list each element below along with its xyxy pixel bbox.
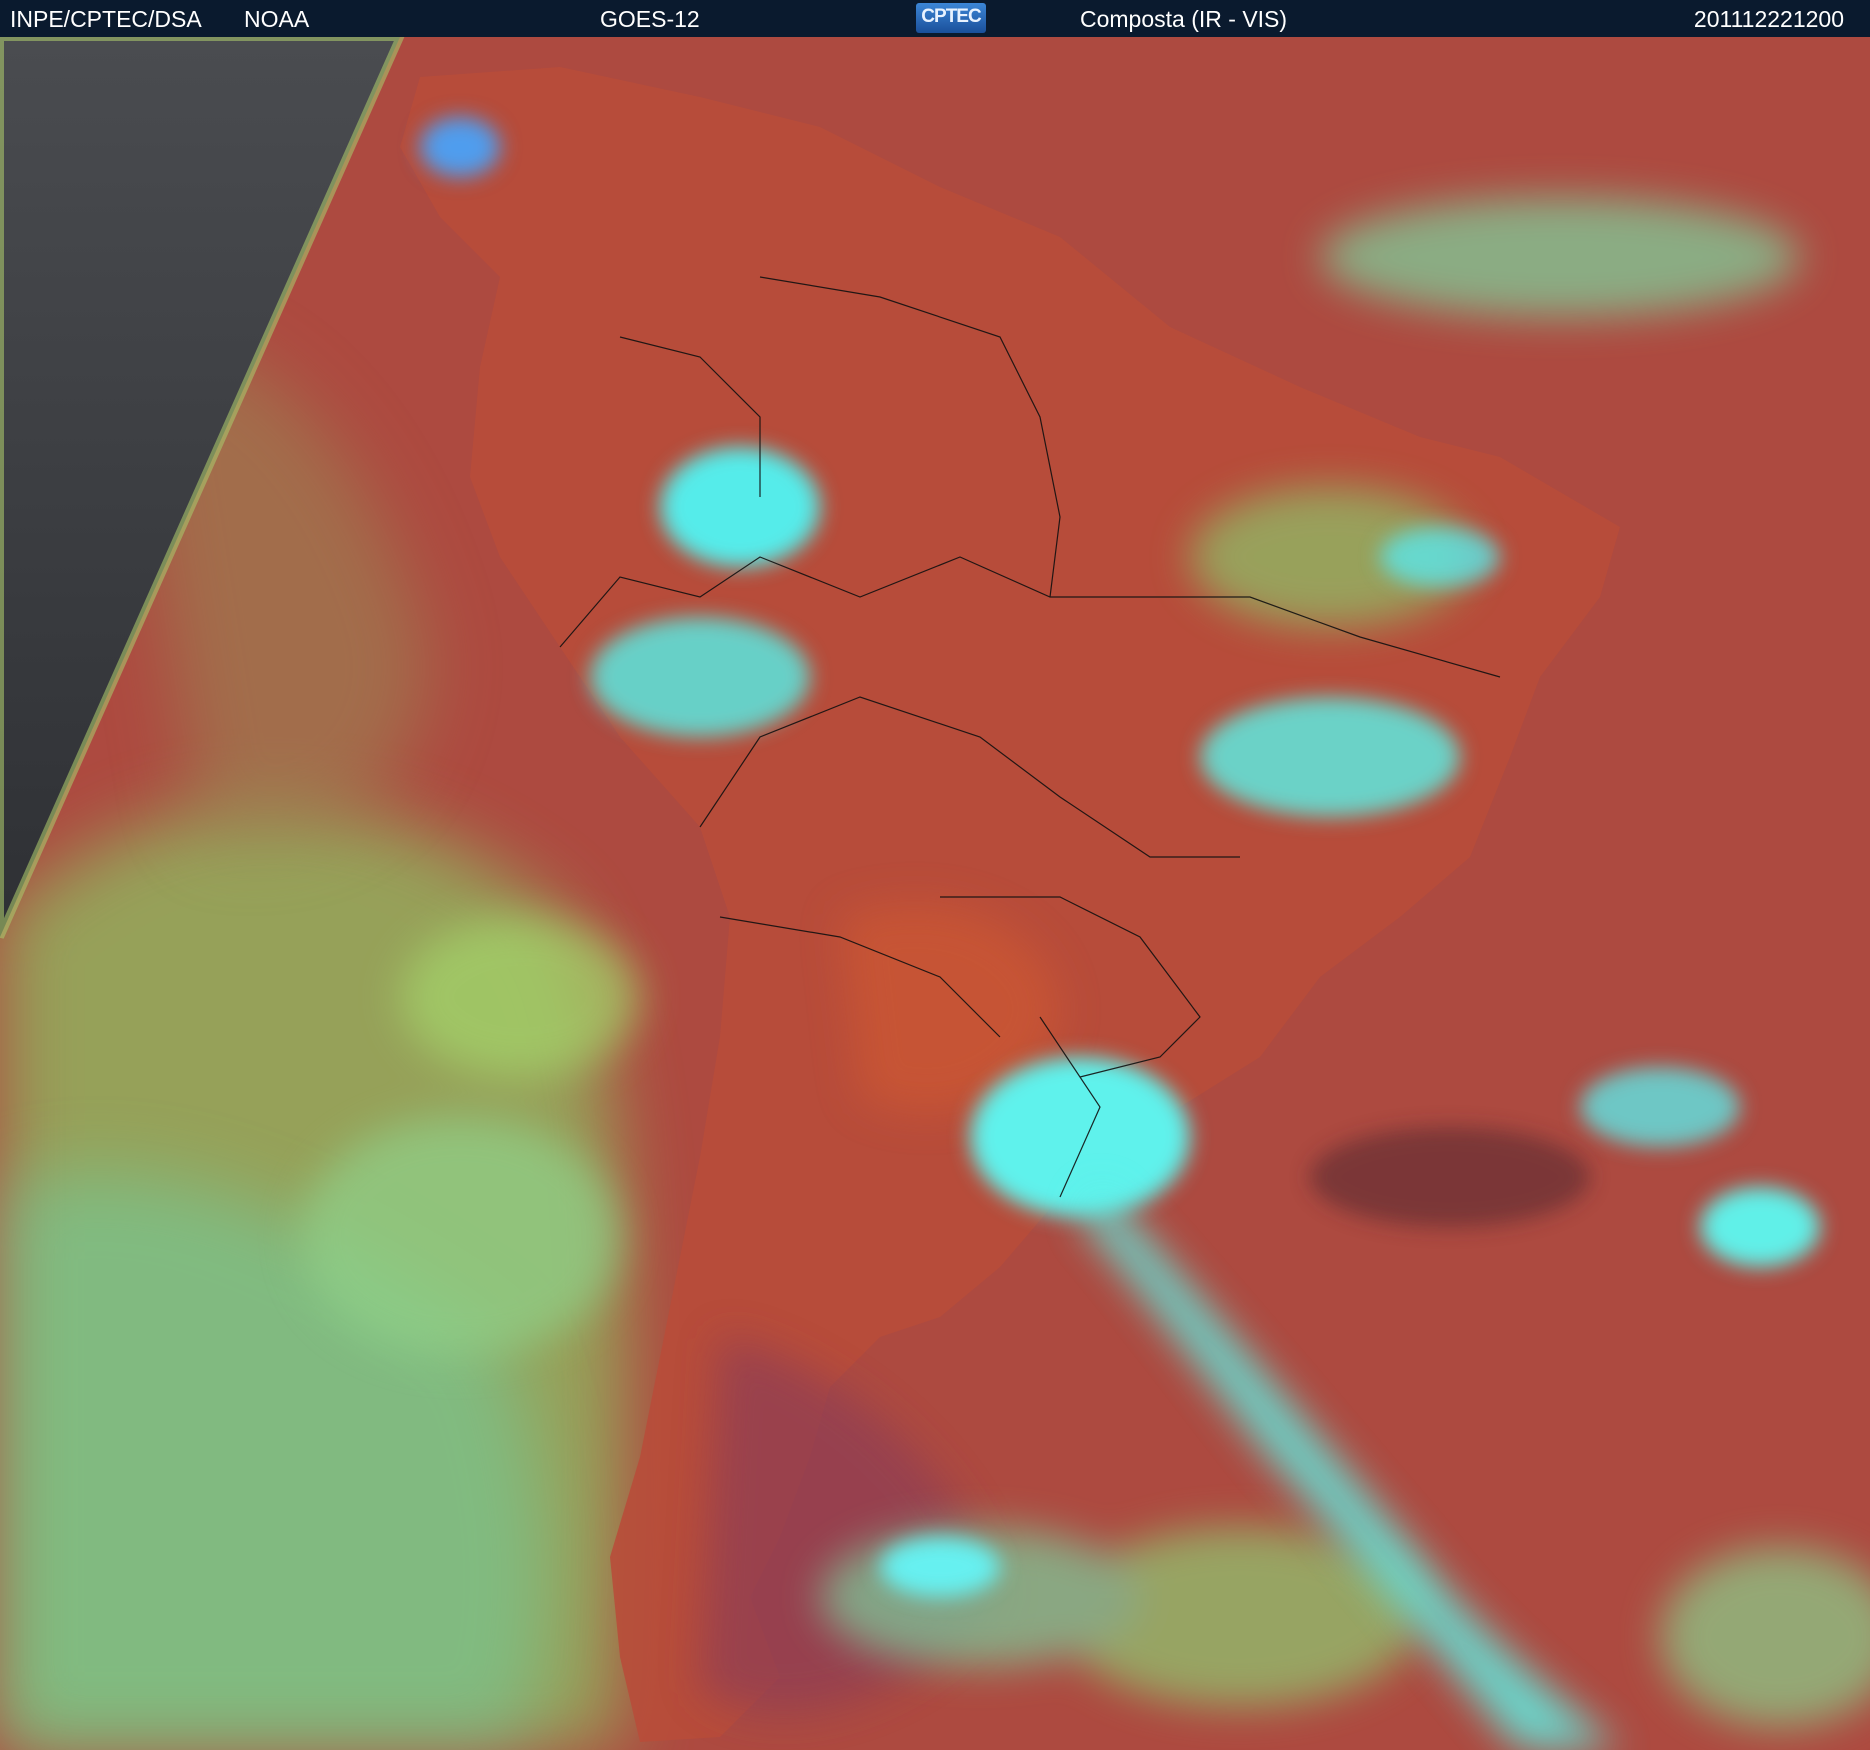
product-label: Composta (IR - VIS) xyxy=(1080,6,1288,32)
agency-label: NOAA xyxy=(244,6,310,32)
cptec-logo: CPTEC xyxy=(916,3,986,33)
cptec-logo-text: CPTEC xyxy=(921,6,981,27)
timestamp-label: 201112221200 xyxy=(1693,6,1844,32)
satellite-imagery-svg xyxy=(0,37,1870,1750)
satellite-label: GOES-12 xyxy=(600,6,700,32)
source-label: INPE/CPTEC/DSA xyxy=(10,6,202,32)
satellite-composite-image xyxy=(0,37,1870,1750)
cyan-cloud-cluster xyxy=(660,447,820,567)
image-header-bar: INPE/CPTEC/DSA NOAA GOES-12 CPTEC Compos… xyxy=(0,0,1870,37)
